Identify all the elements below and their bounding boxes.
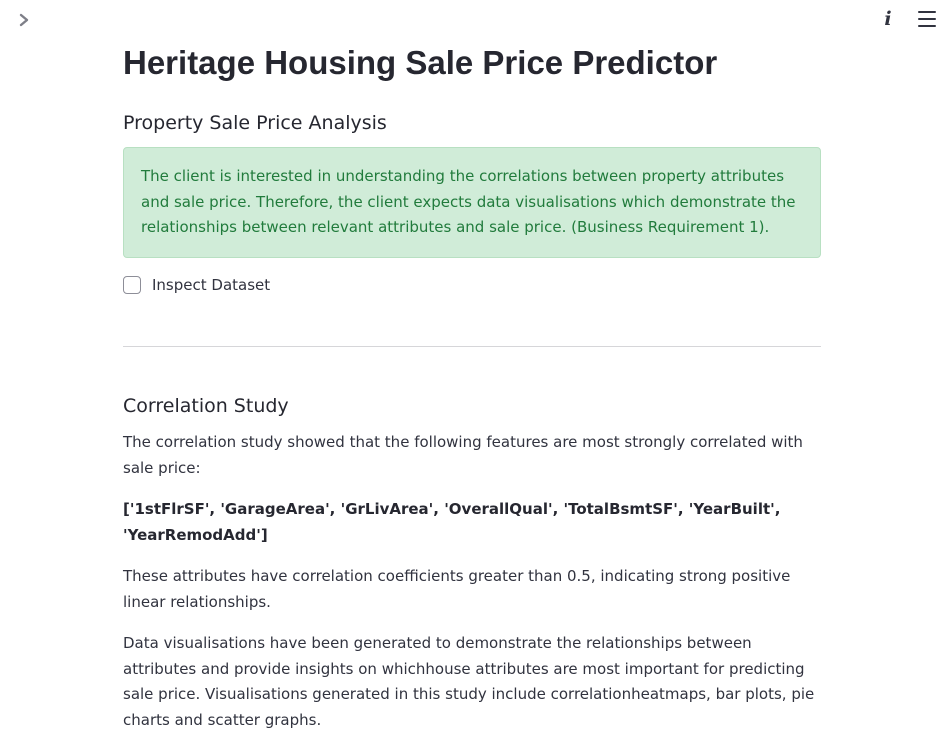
correlation-study-title: Correlation Study — [123, 395, 289, 417]
sidebar-toggle-button[interactable] — [14, 10, 34, 30]
inspect-dataset-checkbox[interactable]: Inspect Dataset — [123, 276, 270, 294]
checkbox-label[interactable]: Inspect Dataset — [152, 276, 270, 294]
success-alert: The client is interested in understandin… — [123, 147, 821, 258]
visualisations-text: Data visualisations have been generated … — [123, 634, 815, 729]
page-title: Heritage Housing Sale Price Predictor — [123, 44, 718, 81]
info-icon[interactable]: i — [880, 8, 896, 30]
correlated-features-list: ['1stFlrSF', 'GarageArea', 'GrLivArea', … — [123, 500, 781, 544]
menu-bar — [918, 25, 936, 27]
alert-text: The client is interested in understandin… — [141, 167, 796, 236]
checkbox-box[interactable] — [123, 276, 141, 294]
app-page: i Heritage Housing Sale Price Predictor … — [0, 0, 952, 743]
section-divider — [123, 346, 821, 347]
coefficients-text: These attributes have correlation coeffi… — [123, 567, 791, 611]
hamburger-menu-icon[interactable] — [918, 11, 936, 27]
header-toolbar: i — [880, 8, 936, 30]
correlation-intro: The correlation study showed that the fo… — [123, 433, 803, 477]
page-subheading: Property Sale Price Analysis — [123, 112, 387, 134]
menu-bar — [918, 18, 936, 20]
menu-bar — [918, 11, 936, 13]
chevron-right-icon — [19, 13, 29, 27]
